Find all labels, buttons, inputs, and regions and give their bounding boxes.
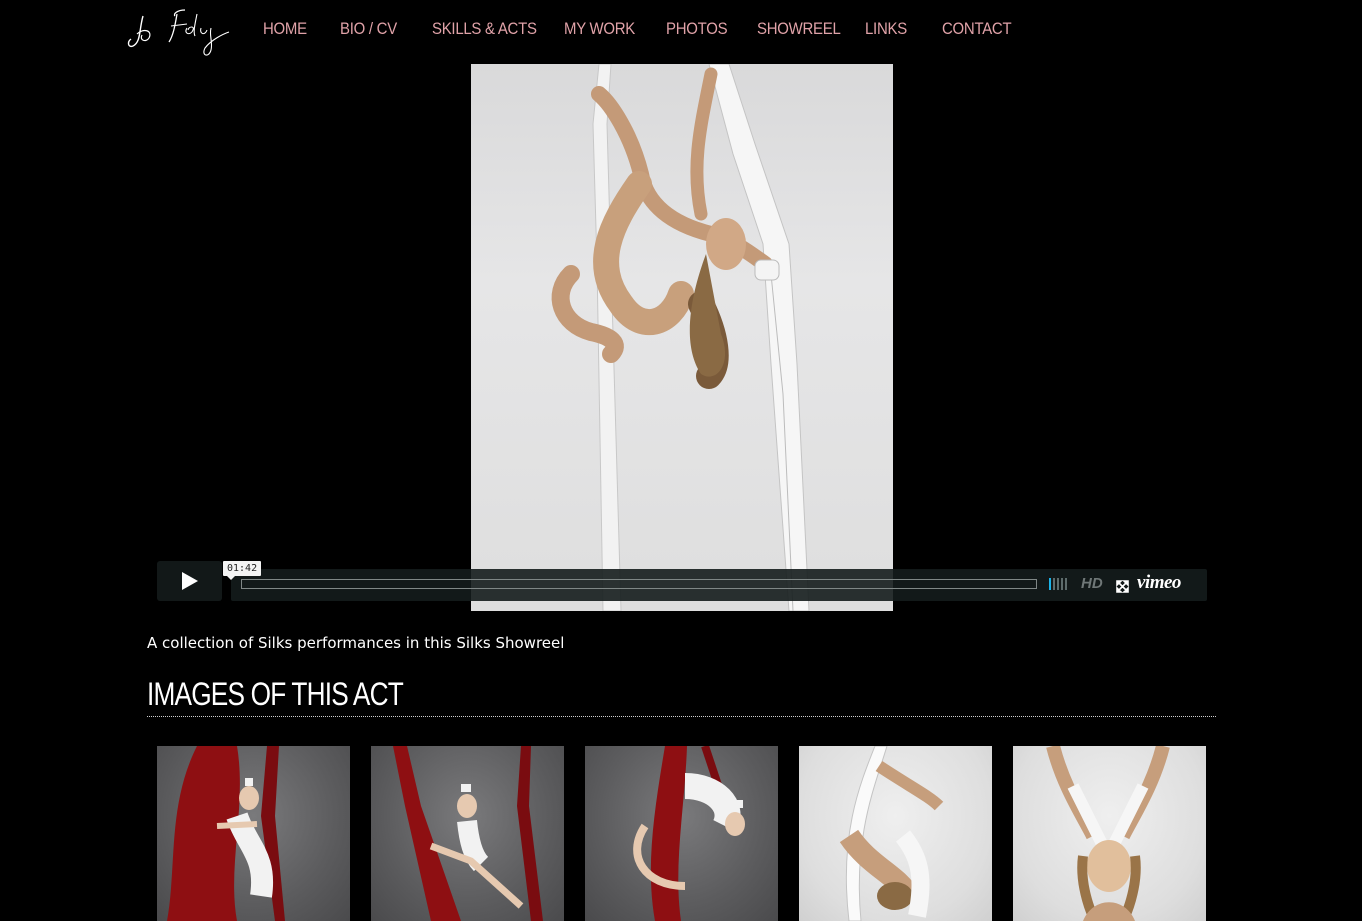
video-controls: HD vimeo: [231, 569, 1207, 601]
red-silks-split-photo: [393, 746, 543, 921]
video-frame-silks-performer: [551, 64, 810, 611]
red-silks-straddle-photo: [167, 746, 285, 921]
fullscreen-icon[interactable]: [1116, 578, 1129, 593]
volume-bar: [1057, 578, 1059, 590]
volume-bar: [1049, 578, 1051, 590]
nav-bio-cv[interactable]: BIO / CV: [340, 19, 421, 39]
time-tooltip: 01:42: [223, 561, 262, 580]
volume-control[interactable]: [1049, 578, 1067, 590]
gallery-thumb[interactable]: [371, 746, 564, 921]
gallery-thumb[interactable]: [1013, 746, 1206, 921]
hd-toggle[interactable]: HD: [1081, 575, 1103, 592]
white-silks-portrait-photo: [1046, 746, 1170, 921]
site-logo[interactable]: [125, 2, 245, 62]
gallery-thumb[interactable]: [157, 746, 350, 921]
nav-my-work[interactable]: MY WORK: [564, 19, 654, 39]
gallery-thumb[interactable]: [799, 746, 992, 921]
volume-bar: [1065, 578, 1067, 590]
red-silks-inverted-photo: [633, 746, 745, 921]
video-player[interactable]: [471, 64, 893, 611]
progress-bar[interactable]: [241, 579, 1037, 589]
nav-skills-acts[interactable]: SKILLS & ACTS: [432, 19, 548, 39]
volume-bar: [1053, 578, 1055, 590]
white-silks-contortion-photo: [839, 746, 944, 921]
section-title: IMAGES OF THIS ACT: [147, 676, 1216, 717]
signature-logo-icon: [127, 9, 230, 56]
nav-links[interactable]: LINKS: [865, 19, 933, 39]
video-caption: A collection of Silks performances in th…: [147, 634, 565, 652]
nav-contact[interactable]: CONTACT: [942, 19, 1012, 39]
nav-home[interactable]: HOME: [263, 19, 331, 39]
vimeo-logo[interactable]: vimeo: [1137, 572, 1181, 594]
volume-bar: [1061, 578, 1063, 590]
main-nav: HOME BIO / CV SKILLS & ACTS MY WORK PHOT…: [263, 14, 1021, 44]
gallery-thumb[interactable]: [585, 746, 778, 921]
play-icon: [181, 572, 198, 590]
play-button[interactable]: [157, 561, 222, 601]
nav-photos[interactable]: PHOTOS: [666, 19, 746, 39]
nav-showreel[interactable]: SHOWREEL: [757, 19, 852, 39]
